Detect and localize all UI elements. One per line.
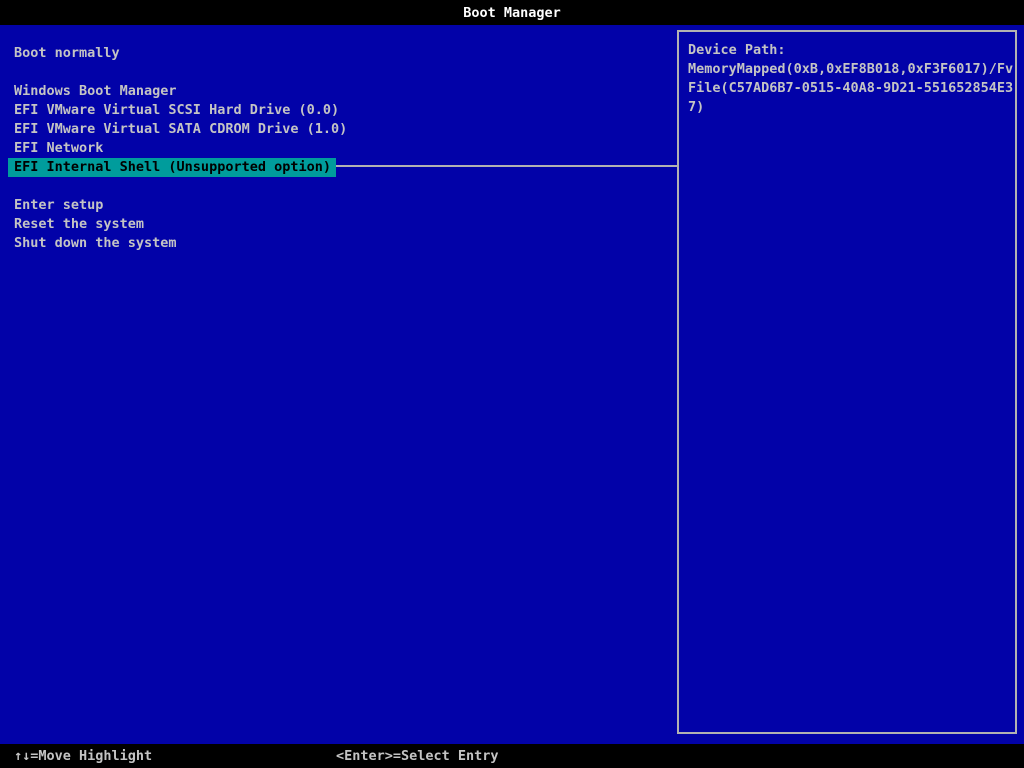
boot-manager-screen: Boot normally Windows Boot Manager EFI V… [0,25,1024,744]
menu-item-sata-cdrom-drive[interactable]: EFI VMware Virtual SATA CDROM Drive (1.0… [0,120,660,139]
device-path-line: File(C57AD6B7-0515-40A8-9D21-551652854E3 [688,79,1015,98]
device-path-panel: Device Path: MemoryMapped(0xB,0xEF8B018,… [677,30,1017,734]
selection-connector-line [336,165,677,167]
status-bar: ↑↓=Move Highlight <Enter>=Select Entry [0,744,1024,768]
menu-item-reset-system[interactable]: Reset the system [0,215,660,234]
menu-item-boot-normally[interactable]: Boot normally [0,44,660,63]
device-path-heading: Device Path: [688,41,1015,60]
page-title: Boot Manager [463,5,561,21]
device-path-line: 7) [688,98,1015,117]
menu-item-efi-internal-shell-selected[interactable]: EFI Internal Shell (Unsupported option) [8,158,336,177]
boot-menu: Boot normally Windows Boot Manager EFI V… [0,44,660,253]
move-highlight-hint: ↑↓=Move Highlight [14,744,152,768]
title-bar: Boot Manager [0,0,1024,25]
menu-item-shut-down-system[interactable]: Shut down the system [0,234,660,253]
menu-item-efi-network[interactable]: EFI Network [0,139,660,158]
menu-gap [0,63,660,82]
menu-item-windows-boot-manager[interactable]: Windows Boot Manager [0,82,660,101]
select-entry-hint: <Enter>=Select Entry [336,744,499,768]
device-path-line: MemoryMapped(0xB,0xEF8B018,0xF3F6017)/Fv [688,60,1015,79]
menu-gap [0,177,660,196]
menu-item-enter-setup[interactable]: Enter setup [0,196,660,215]
menu-item-scsi-hard-drive[interactable]: EFI VMware Virtual SCSI Hard Drive (0.0) [0,101,660,120]
